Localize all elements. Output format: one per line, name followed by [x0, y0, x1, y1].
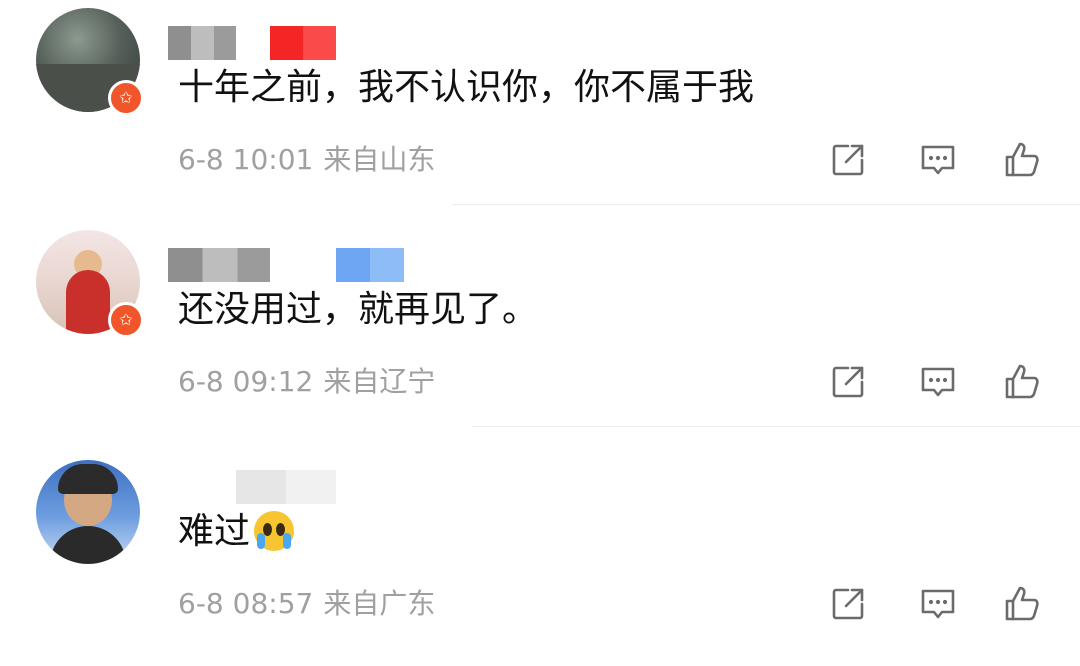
divider	[452, 204, 1080, 205]
comment-location: 来自广东	[323, 587, 436, 620]
verified-badge-icon: ✩	[108, 80, 144, 116]
comment-actions	[828, 362, 1048, 402]
comment-location: 来自辽宁	[323, 365, 436, 398]
comment-icon	[921, 589, 955, 619]
avatar[interactable]	[36, 460, 140, 564]
comment-icon	[921, 145, 955, 175]
share-button[interactable]	[828, 584, 868, 624]
thumbs-up-icon	[1005, 364, 1039, 399]
comment-text-content: 难过	[178, 511, 251, 552]
thumbs-up-icon	[1005, 586, 1039, 621]
reply-button[interactable]	[918, 584, 958, 624]
share-button[interactable]	[828, 362, 868, 402]
comment-actions	[828, 140, 1048, 180]
like-button[interactable]	[1002, 140, 1042, 180]
comment-text: 还没用过，就再见了。	[178, 289, 539, 330]
crying-face-emoji-icon	[254, 511, 295, 551]
user-tag-redacted	[270, 26, 336, 60]
comment-item: ✩ 还没用过，就再见了。 6-8 09:12 来自辽宁	[0, 222, 1080, 444]
reply-button[interactable]	[918, 362, 958, 402]
comment-location: 来自山东	[323, 143, 436, 176]
comment-text: 十年之前，我不认识你，你不属于我	[178, 67, 755, 108]
username-redacted[interactable]	[168, 26, 236, 60]
comment-time: 6-8 08:57	[178, 587, 314, 620]
share-button[interactable]	[828, 140, 868, 180]
comment-text: 难过	[178, 510, 295, 554]
user-tag-redacted	[336, 248, 404, 282]
comment-item: ✩ 十年之前，我不认识你，你不属于我 6-8 10:01 来自山东	[0, 0, 1080, 222]
divider	[472, 426, 1080, 427]
verified-badge-icon: ✩	[108, 302, 144, 338]
comment-meta: 6-8 09:12 来自辽宁	[178, 364, 435, 400]
reply-button[interactable]	[918, 140, 958, 180]
share-icon	[832, 588, 864, 620]
comment-time: 6-8 09:12	[178, 365, 314, 398]
share-icon	[832, 366, 864, 398]
comment-meta: 6-8 08:57 来自广东	[178, 586, 435, 622]
comment-meta: 6-8 10:01 来自山东	[178, 142, 435, 178]
comment-icon	[921, 367, 955, 397]
username-redacted[interactable]	[168, 248, 270, 282]
like-button[interactable]	[1002, 584, 1042, 624]
comment-time: 6-8 10:01	[178, 143, 314, 176]
thumbs-up-icon	[1005, 142, 1039, 177]
comment-item: 难过 6-8 08:57 来自广东	[0, 444, 1080, 666]
share-icon	[832, 144, 864, 176]
comment-actions	[828, 584, 1048, 624]
like-button[interactable]	[1002, 362, 1042, 402]
username-redacted[interactable]	[236, 470, 336, 504]
